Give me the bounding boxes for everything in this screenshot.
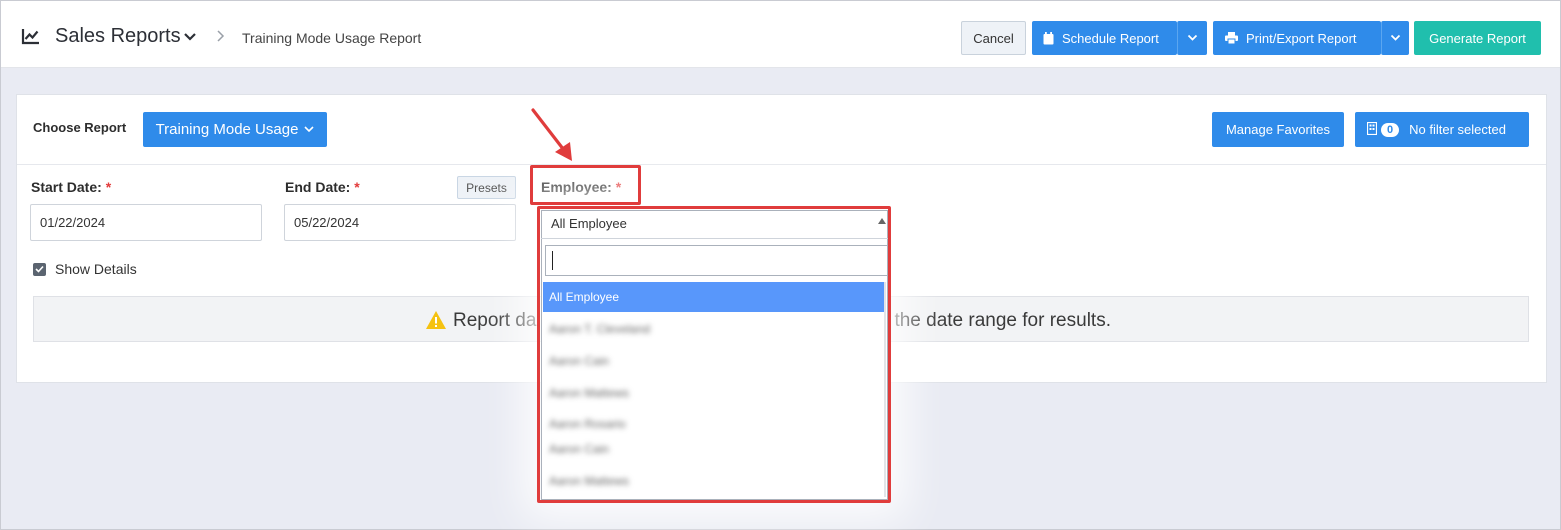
print-export-dropdown-button[interactable] xyxy=(1381,21,1409,55)
schedule-report-label: Schedule Report xyxy=(1062,30,1159,46)
breadcrumb: Training Mode Usage Report xyxy=(242,30,422,46)
presets-button[interactable]: Presets xyxy=(457,176,516,199)
end-date-label: End Date: * xyxy=(285,179,360,195)
page-title: Sales Reports xyxy=(55,25,181,47)
card-divider xyxy=(17,164,1546,165)
print-export-label: Print/Export Report xyxy=(1246,30,1357,46)
annotation-arrow-icon xyxy=(531,108,572,161)
filter-count-badge: 0 xyxy=(1381,122,1400,137)
alert-text-right: the date range for results. xyxy=(894,310,1111,331)
calendar-icon xyxy=(1043,31,1054,45)
choose-report-dropdown[interactable]: Training Mode Usage xyxy=(143,112,327,147)
schedule-report-button[interactable]: Schedule Report xyxy=(1032,21,1177,55)
checkbox-checked-icon[interactable] xyxy=(33,262,46,276)
choose-report-label: Choose Report xyxy=(33,120,127,135)
chevron-down-icon xyxy=(1187,34,1198,41)
show-details-label: Show Details xyxy=(55,261,137,277)
start-date-label: Start Date: * xyxy=(31,179,111,195)
start-date-input[interactable] xyxy=(30,204,262,241)
alert-text-left: Report da xyxy=(453,310,537,331)
generate-report-button[interactable]: Generate Report xyxy=(1414,21,1541,55)
required-marker: * xyxy=(105,179,112,195)
chevron-down-icon xyxy=(304,126,314,133)
warning-icon xyxy=(426,311,446,329)
manage-favorites-button[interactable]: Manage Favorites xyxy=(1212,112,1344,147)
filter-icon xyxy=(1366,121,1378,138)
end-date-label-text: End Date: xyxy=(285,179,351,195)
show-details-checkbox[interactable]: Show Details xyxy=(33,261,137,277)
annotation-highlight-employee-label xyxy=(530,165,641,205)
cancel-button[interactable]: Cancel xyxy=(961,21,1026,55)
chevron-down-icon[interactable] xyxy=(183,32,197,42)
chevron-down-icon xyxy=(1390,34,1401,41)
schedule-report-dropdown-button[interactable] xyxy=(1177,21,1207,55)
start-date-label-text: Start Date: xyxy=(31,179,102,195)
breadcrumb-separator-icon xyxy=(217,30,225,42)
annotation-highlight-employee-dropdown xyxy=(537,206,891,503)
print-export-button[interactable]: Print/Export Report xyxy=(1213,21,1381,55)
required-marker: * xyxy=(354,179,360,195)
filter-label: No filter selected xyxy=(1409,122,1506,137)
filter-button[interactable]: 0 No filter selected xyxy=(1355,112,1529,147)
line-chart-icon xyxy=(21,29,39,45)
choose-report-value: Training Mode Usage xyxy=(155,121,299,138)
printer-icon xyxy=(1225,32,1238,44)
end-date-input[interactable] xyxy=(284,204,516,241)
